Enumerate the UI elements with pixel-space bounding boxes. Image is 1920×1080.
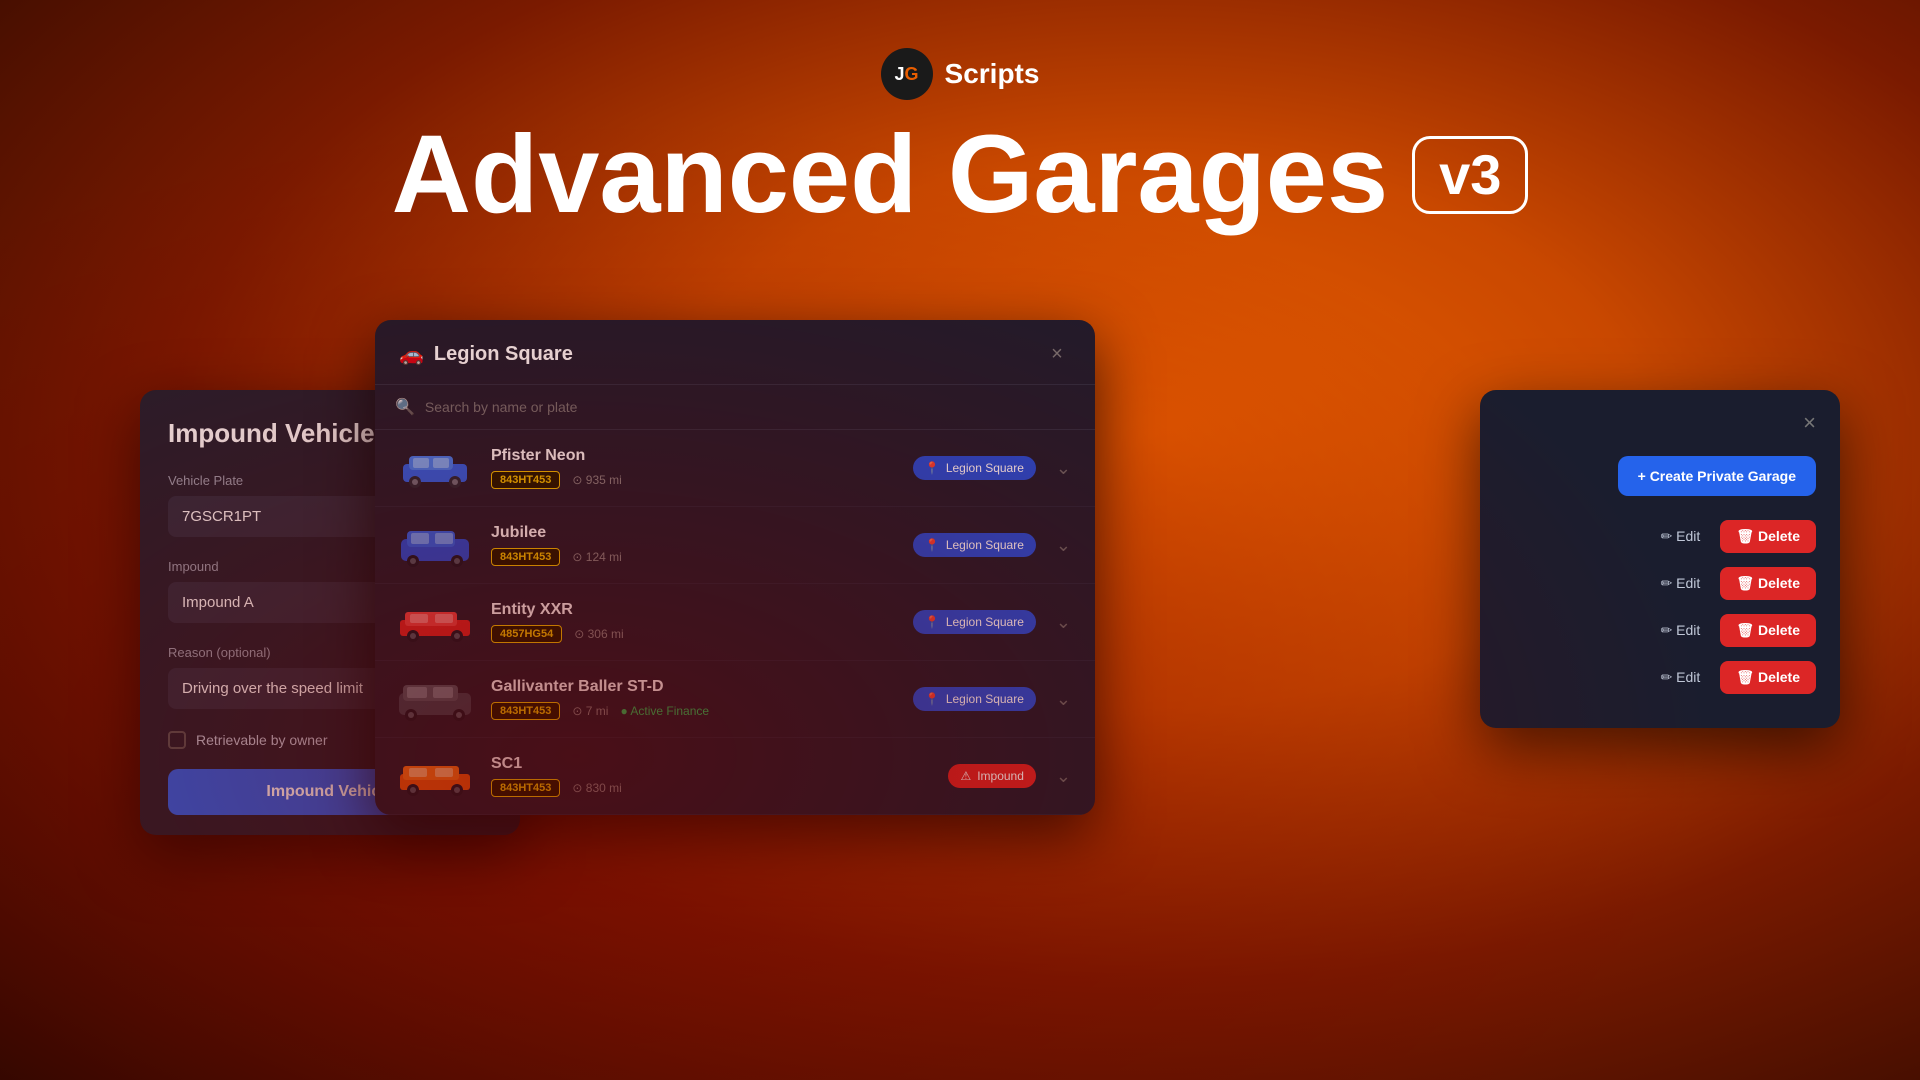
main-title-text: Advanced Garages [392, 120, 1389, 230]
logo-j: J [895, 64, 905, 85]
main-content: JG Scripts Advanced Garages v3 [0, 0, 1920, 1080]
version-badge: v3 [1412, 136, 1528, 214]
main-title-container: Advanced Garages v3 [392, 120, 1529, 230]
header: JG Scripts [881, 48, 1040, 100]
jg-logo: JG [881, 48, 933, 100]
logo-g: G [905, 64, 919, 85]
brand-name: Scripts [945, 58, 1040, 90]
